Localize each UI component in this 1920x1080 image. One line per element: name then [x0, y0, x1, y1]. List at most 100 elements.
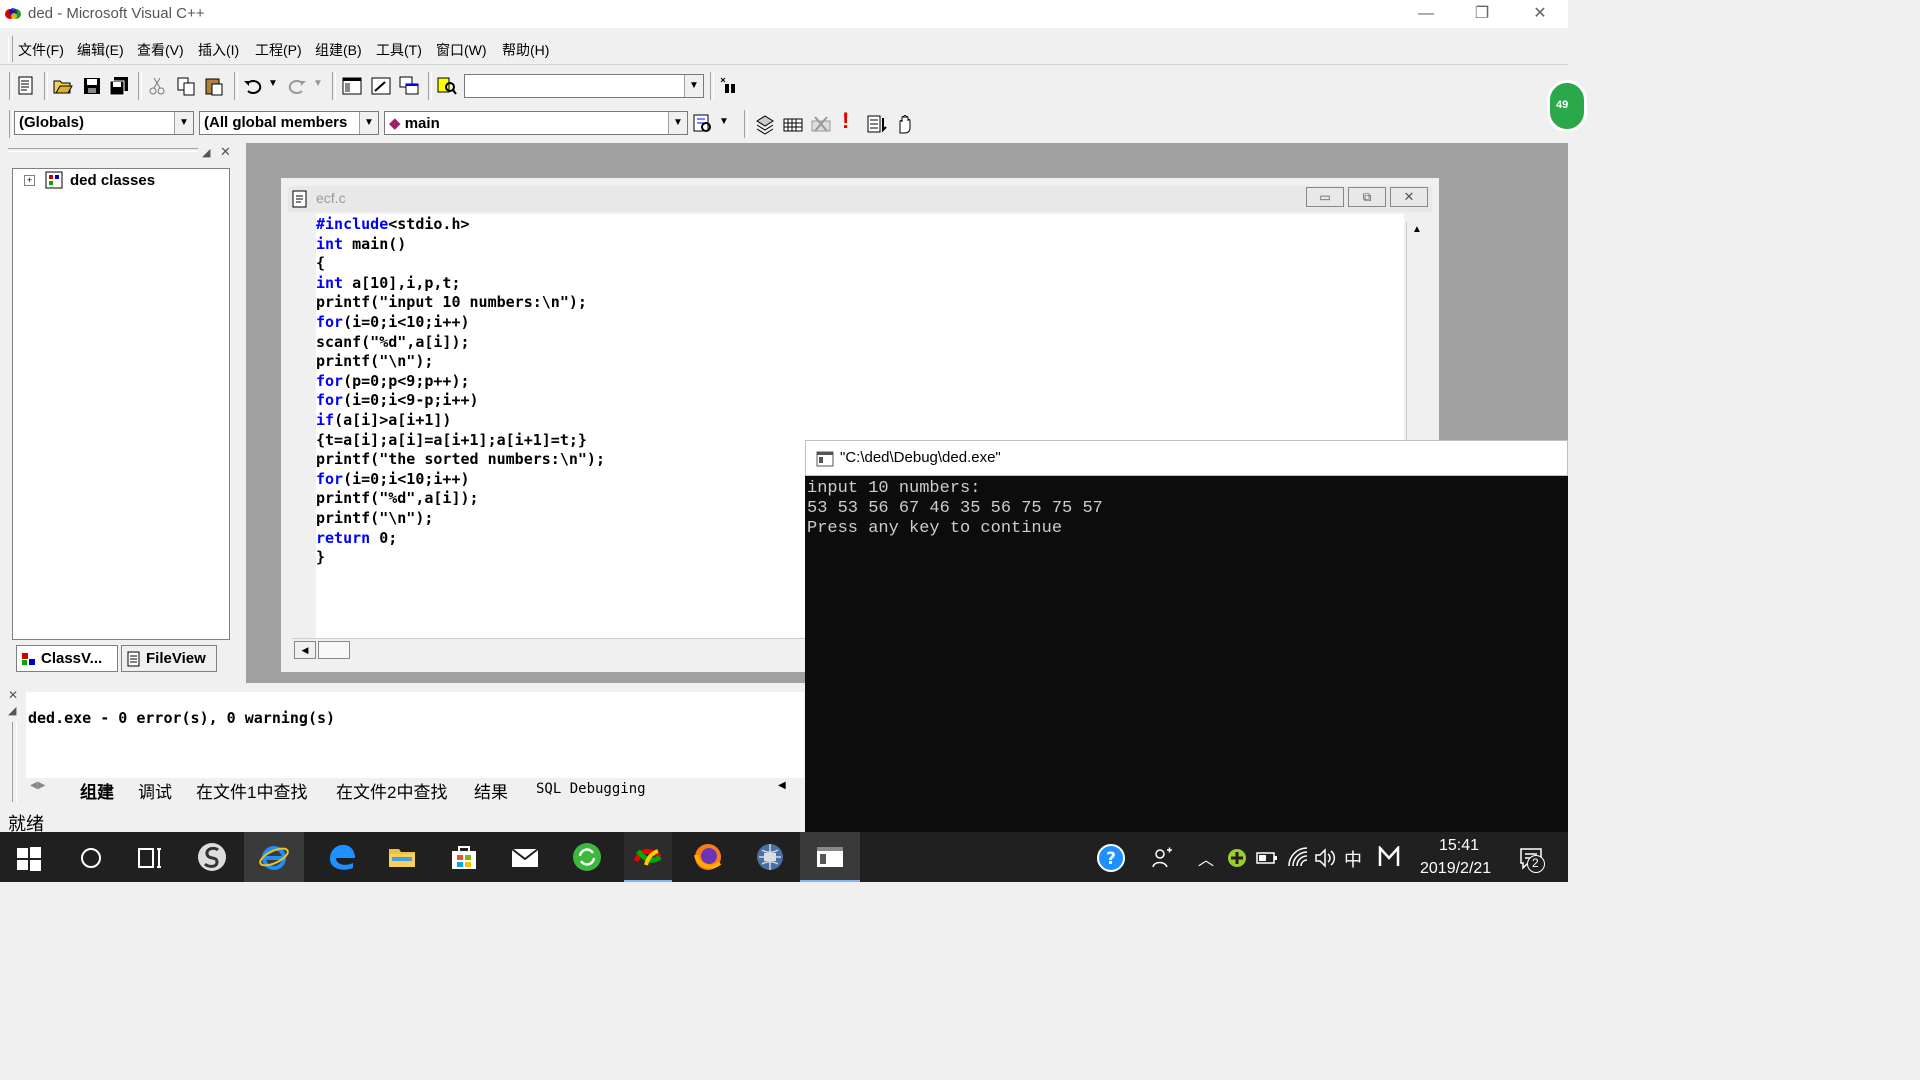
- editor-close-button[interactable]: ✕: [1390, 187, 1428, 207]
- members-combo[interactable]: (All global members ▼: [199, 111, 379, 135]
- clock-date[interactable]: 2019/2/21: [1420, 860, 1491, 878]
- people-icon[interactable]: [1150, 846, 1174, 870]
- output-scroll-left-icon[interactable]: ◀: [778, 780, 786, 791]
- wizard-dropdown-icon[interactable]: ▼: [719, 116, 729, 127]
- ime-mode-m-icon[interactable]: [1378, 846, 1400, 868]
- editor-maximize-button[interactable]: ⧉: [1348, 187, 1386, 207]
- go-icon[interactable]: [866, 113, 888, 135]
- s-app-icon[interactable]: [196, 841, 228, 873]
- tab-fileview[interactable]: FileView: [121, 645, 217, 672]
- firefox-icon[interactable]: [692, 841, 724, 873]
- menu-edit[interactable]: 编辑(E): [77, 40, 124, 60]
- code-line: for(i=0;i<10;i++): [316, 313, 470, 333]
- output-window-icon[interactable]: [370, 75, 392, 97]
- tab-scroll-left-icon[interactable]: ◀▶: [30, 780, 45, 791]
- output-maximize-icon[interactable]: ◢: [8, 704, 16, 717]
- floating-widget[interactable]: 49: [1547, 80, 1587, 132]
- chevron-down-icon[interactable]: ▼: [684, 75, 703, 97]
- code-line: {: [316, 254, 325, 274]
- tree-root-label[interactable]: ded classes: [70, 172, 155, 189]
- menu-project[interactable]: 工程(P): [255, 40, 302, 60]
- tab-build[interactable]: 组建: [80, 778, 114, 803]
- tab-find-in-files-1[interactable]: 在文件1中查找: [196, 778, 307, 803]
- undo-icon[interactable]: [242, 75, 264, 97]
- redo-dropdown-icon[interactable]: ▼: [313, 78, 323, 89]
- find-combo[interactable]: ▼: [464, 74, 704, 98]
- editor-horizontal-scrollbar[interactable]: ◀: [292, 638, 806, 663]
- open-folder-icon[interactable]: [52, 75, 74, 97]
- mail-icon[interactable]: [509, 841, 541, 873]
- tray-expand-chevron-icon[interactable]: ︿: [1198, 846, 1214, 870]
- help-question-icon[interactable]: ?: [1096, 843, 1126, 873]
- find-icon[interactable]: [718, 75, 740, 97]
- expand-plus-icon[interactable]: +: [24, 175, 35, 186]
- clock-time[interactable]: 15:41: [1439, 837, 1479, 855]
- save-icon[interactable]: [81, 75, 103, 97]
- ime-indicator[interactable]: 中: [1344, 846, 1362, 872]
- scroll-left-icon[interactable]: ◀: [294, 641, 316, 659]
- panel-maximize-icon[interactable]: ◢: [202, 146, 210, 159]
- paste-icon[interactable]: [203, 75, 225, 97]
- panel-close-icon[interactable]: ✕: [220, 144, 231, 160]
- battery-icon[interactable]: [1256, 850, 1278, 866]
- function-combo[interactable]: ◆ main ▼: [384, 111, 688, 135]
- save-all-icon[interactable]: [108, 75, 130, 97]
- window-list-icon[interactable]: [398, 75, 420, 97]
- tab-debug[interactable]: 调试: [138, 778, 172, 803]
- menu-build[interactable]: 组建(B): [315, 40, 362, 60]
- class-tree[interactable]: [12, 168, 230, 640]
- green-refresh-app-icon[interactable]: [571, 841, 603, 873]
- store-icon[interactable]: [448, 841, 480, 873]
- horizontal-scroll-thumb[interactable]: [318, 641, 350, 659]
- build-icon[interactable]: [782, 113, 804, 135]
- ie-browser-icon[interactable]: [258, 841, 290, 873]
- editor-title: ecf.c: [316, 190, 346, 206]
- windows-start-icon[interactable]: [16, 846, 42, 872]
- minimize-button[interactable]: —: [1398, 0, 1454, 28]
- network-globe-icon[interactable]: [754, 841, 786, 873]
- breakpoint-hand-icon[interactable]: [894, 113, 916, 135]
- new-file-icon[interactable]: [15, 75, 37, 97]
- volume-icon[interactable]: [1314, 847, 1336, 869]
- close-button[interactable]: ✕: [1512, 0, 1568, 28]
- wizard-action-icon[interactable]: [692, 113, 714, 135]
- output-text-area[interactable]: [26, 692, 804, 778]
- chevron-down-icon[interactable]: ▼: [668, 112, 687, 134]
- scroll-up-icon[interactable]: ▲: [1412, 224, 1422, 235]
- stop-build-icon[interactable]: [810, 113, 832, 135]
- menu-file[interactable]: 文件(F): [18, 40, 64, 60]
- edge-browser-icon[interactable]: [326, 841, 358, 873]
- menu-window[interactable]: 窗口(W): [436, 40, 487, 60]
- wifi-icon[interactable]: [1287, 846, 1309, 868]
- menu-insert[interactable]: 插入(I): [198, 40, 239, 60]
- menu-view[interactable]: 查看(V): [137, 40, 184, 60]
- tray-plus-app-icon[interactable]: [1227, 848, 1247, 868]
- tab-classview[interactable]: ClassV...: [16, 645, 118, 672]
- search-circle-icon[interactable]: [78, 845, 104, 871]
- menu-help[interactable]: 帮助(H): [502, 40, 549, 60]
- menu-tools[interactable]: 工具(T): [376, 40, 422, 60]
- visual-cpp-taskbar-icon[interactable]: [632, 841, 664, 873]
- output-close-icon[interactable]: ✕: [8, 688, 18, 702]
- console-title-bar: "C:\ded\Debug\ded.exe": [805, 440, 1568, 476]
- execute-icon[interactable]: !: [842, 108, 849, 134]
- task-view-icon[interactable]: [136, 845, 164, 871]
- chevron-down-icon[interactable]: ▼: [174, 112, 193, 134]
- copy-icon[interactable]: [175, 75, 197, 97]
- tab-results[interactable]: 结果: [474, 778, 508, 803]
- workspace-icon[interactable]: [341, 75, 363, 97]
- file-explorer-icon[interactable]: [386, 841, 418, 873]
- editor-minimize-button[interactable]: ▭: [1306, 187, 1344, 207]
- console-taskbar-icon[interactable]: [814, 841, 846, 873]
- tab-find-in-files-2[interactable]: 在文件2中查找: [336, 778, 447, 803]
- class-combo[interactable]: (Globals) ▼: [14, 111, 194, 135]
- redo-icon[interactable]: [286, 75, 308, 97]
- undo-dropdown-icon[interactable]: ▼: [268, 78, 278, 89]
- code-line: printf("input 10 numbers:\n");: [316, 293, 587, 313]
- find-in-files-icon[interactable]: [436, 75, 458, 97]
- chevron-down-icon[interactable]: ▼: [359, 112, 378, 134]
- compile-icon[interactable]: [754, 113, 776, 135]
- restore-button[interactable]: ❐: [1454, 0, 1510, 28]
- cut-icon[interactable]: [146, 75, 168, 97]
- tab-sql-debugging[interactable]: SQL Debugging: [536, 781, 646, 797]
